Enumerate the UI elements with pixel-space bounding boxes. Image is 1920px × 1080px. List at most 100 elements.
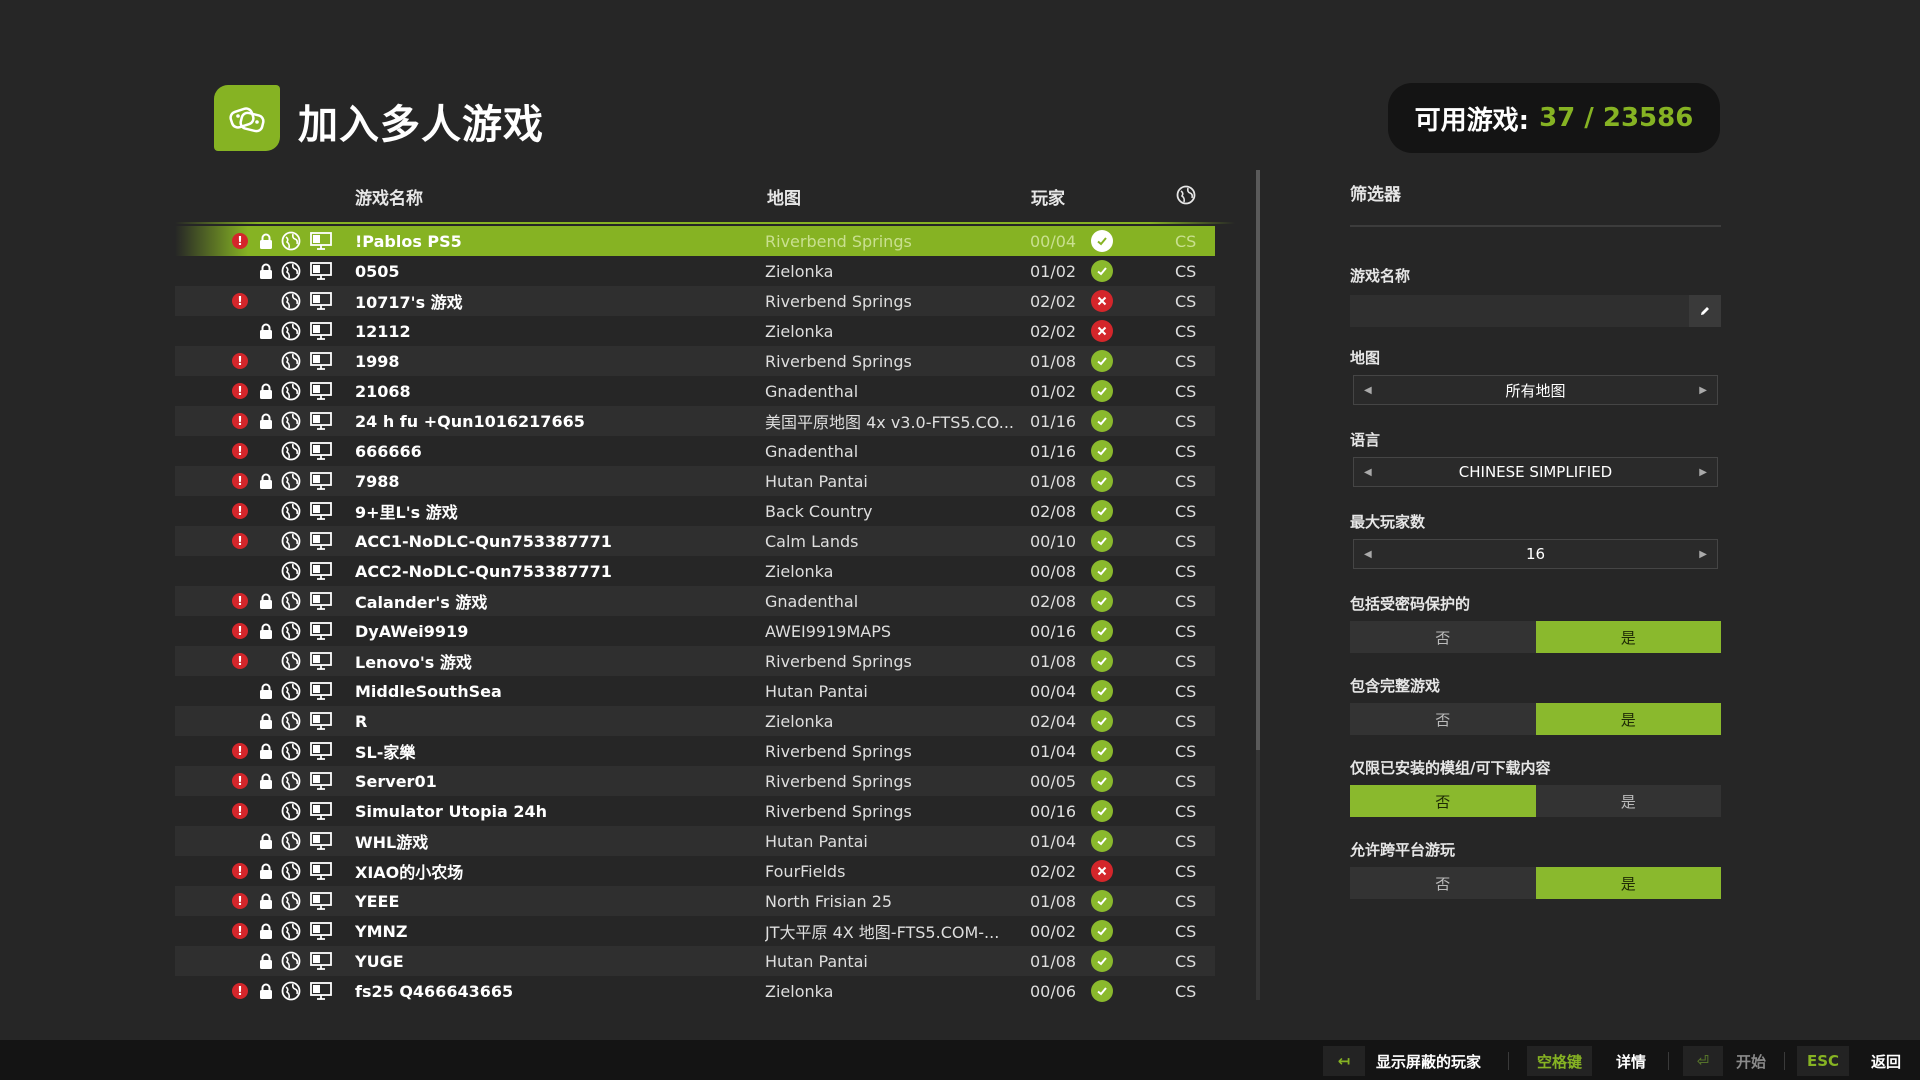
language-cell: CS — [1175, 561, 1197, 581]
game-name-cell: R — [355, 711, 368, 731]
check-icon — [1089, 976, 1115, 1006]
game-name-cell: XIAO的小农场 — [355, 863, 464, 882]
installed-mods-no-option[interactable]: 否 — [1350, 785, 1536, 817]
table-row[interactable]: ! ACC1-NoDLC-Qun753387771 Calm Lands 00/10 C… — [175, 526, 1215, 556]
game-name-cell: ACC1-NoDLC-Qun753387771 — [355, 531, 612, 551]
table-row[interactable]: !RZielonka02/04CS — [175, 706, 1215, 736]
table-row[interactable]: !ACC2-NoDLC-Qun753387771Zielonka00/08CS — [175, 556, 1215, 586]
installed-mods-toggle: 否 是 — [1350, 785, 1721, 817]
table-row[interactable]: ! fs25 Q466643665 Zielonka 00/06 CS — [175, 976, 1215, 1006]
table-row[interactable]: !12112Zielonka02/02CS — [175, 316, 1215, 346]
table-row[interactable]: ! Server01 Riverbend Springs 00/05 CS — [175, 766, 1215, 796]
list-scrollbar[interactable] — [1256, 170, 1260, 1000]
scrollbar-thumb[interactable] — [1256, 170, 1260, 750]
max-players-selector[interactable]: ◀ 16 ▶ — [1353, 539, 1718, 569]
table-row[interactable]: ! XIAO的小农场 FourFields 02/02 CS — [175, 856, 1215, 886]
players-cell: 02/02 — [1030, 321, 1077, 341]
filter-language-label: 语言 — [1350, 431, 1381, 449]
table-row[interactable]: ! 666666 Gnadenthal 01/16 CS — [175, 436, 1215, 466]
arrow-left-icon[interactable]: ◀ — [1364, 549, 1372, 560]
table-row[interactable]: ! Simulator Utopia 24h Riverbend Springs 00… — [175, 796, 1215, 826]
table-row[interactable]: ! Lenovo's 游戏 Riverbend Springs 01/08 CS — [175, 646, 1215, 676]
table-row[interactable]: ! 21068 Gnadenthal 01/02 CS — [175, 376, 1215, 406]
installed-mods-yes-option[interactable]: 是 — [1535, 785, 1721, 817]
map-selector-value: 所有地图 — [1505, 381, 1566, 400]
table-row[interactable]: !YUGEHutan Pantai01/08CS — [175, 946, 1215, 976]
full-games-no-option[interactable]: 否 — [1350, 703, 1536, 735]
arrow-right-icon[interactable]: ▶ — [1699, 549, 1707, 560]
table-row[interactable]: ! 10717's 游戏 Riverbend Springs 02/02 CS — [175, 286, 1215, 316]
warning-icon: ! — [229, 586, 251, 616]
map-cell: AWEI9919MAPS — [765, 621, 891, 641]
lock-icon — [255, 586, 277, 616]
show-blocked-key[interactable]: ↤ — [1323, 1046, 1365, 1076]
warning-icon: ! — [229, 766, 251, 796]
check-icon — [1089, 826, 1115, 856]
pc-platform-icon — [308, 646, 334, 676]
table-row[interactable]: ! YEEE North Frisian 25 01/08 CS — [175, 886, 1215, 916]
table-row[interactable]: !0505Zielonka01/02CS — [175, 256, 1215, 286]
map-cell: Riverbend Springs — [765, 651, 912, 671]
table-row[interactable]: !MiddleSouthSeaHutan Pantai00/04CS — [175, 676, 1215, 706]
table-row[interactable]: ! DyAWei9919 AWEI9919MAPS 00/16 CS — [175, 616, 1215, 646]
table-row[interactable]: !WHL游戏Hutan Pantai01/04CS — [175, 826, 1215, 856]
language-cell: CS — [1175, 261, 1197, 281]
globe-icon[interactable] — [1176, 185, 1196, 210]
players-cell: 01/16 — [1030, 411, 1077, 431]
language-cell: CS — [1175, 681, 1197, 701]
crossplay-toggle: 否 是 — [1350, 867, 1721, 899]
check-icon — [1089, 436, 1115, 466]
globe-icon — [278, 406, 304, 436]
details-key[interactable]: 空格键 — [1527, 1046, 1593, 1076]
table-row[interactable]: ! 9+里L's 游戏 Back Country 02/08 CS — [175, 496, 1215, 526]
table-row[interactable]: ! 7988 Hutan Pantai 01/08 CS — [175, 466, 1215, 496]
start-key[interactable]: ⏎ — [1683, 1046, 1723, 1076]
back-button[interactable]: 返回 — [1871, 1046, 1901, 1076]
language-cell: CS — [1175, 411, 1197, 431]
pc-platform-icon — [308, 316, 334, 346]
start-button[interactable]: 开始 — [1736, 1046, 1766, 1076]
show-blocked-players-button[interactable]: 显示屏蔽的玩家 — [1376, 1046, 1481, 1076]
table-row[interactable]: ! 1998 Riverbend Springs 01/08 CS — [175, 346, 1215, 376]
table-row[interactable]: ! !Pablos PS5 Riverbend Springs 00/04 CS — [175, 226, 1215, 256]
full-games-yes-option[interactable]: 是 — [1535, 703, 1721, 735]
pencil-icon[interactable] — [1689, 295, 1721, 327]
filter-password-label: 包括受密码保护的 — [1350, 595, 1471, 613]
game-name-cell: 1998 — [355, 351, 400, 371]
table-row[interactable]: ! 24 h fu +Qun1016217665 美国平原地图 4x v3.0-FT… — [175, 406, 1215, 436]
crossplay-no-option[interactable]: 否 — [1350, 867, 1536, 899]
column-header-players[interactable]: 玩家 — [1031, 184, 1065, 209]
password-no-option[interactable]: 否 — [1350, 621, 1536, 653]
column-header-name[interactable]: 游戏名称 — [355, 184, 423, 209]
warning-icon: ! — [229, 856, 251, 886]
map-cell: Gnadenthal — [765, 441, 859, 461]
password-yes-option[interactable]: 是 — [1535, 621, 1721, 653]
language-cell: CS — [1175, 501, 1197, 521]
pc-platform-icon — [308, 346, 334, 376]
arrow-right-icon[interactable]: ▶ — [1699, 467, 1707, 478]
check-icon — [1089, 466, 1115, 496]
warning-icon: ! — [229, 466, 251, 496]
pc-platform-icon — [308, 406, 334, 436]
warning-icon: ! — [229, 736, 251, 766]
arrow-left-icon[interactable]: ◀ — [1364, 467, 1372, 478]
details-button[interactable]: 详情 — [1616, 1046, 1646, 1076]
check-icon — [1089, 496, 1115, 526]
game-name-input[interactable] — [1350, 295, 1721, 327]
table-row[interactable]: ! YMNZ JT大平原 4X 地图-FTS5.COM-... 00/02 CS — [175, 916, 1215, 946]
players-cell: 02/02 — [1030, 291, 1077, 311]
crossplay-yes-option[interactable]: 是 — [1535, 867, 1721, 899]
check-icon — [1089, 796, 1115, 826]
language-selector[interactable]: ◀ CHINESE SIMPLIFIED ▶ — [1353, 457, 1718, 487]
column-header-map[interactable]: 地图 — [767, 184, 801, 209]
esc-key[interactable]: ESC — [1797, 1046, 1850, 1076]
map-selector[interactable]: ◀ 所有地图 ▶ — [1353, 375, 1718, 405]
table-row[interactable]: ! SL-家樂 Riverbend Springs 01/04 CS — [175, 736, 1215, 766]
arrow-left-icon[interactable]: ◀ — [1364, 385, 1372, 396]
arrow-right-icon[interactable]: ▶ — [1699, 385, 1707, 396]
map-cell: Zielonka — [765, 561, 834, 581]
table-row[interactable]: ! Calander's 游戏 Gnadenthal 02/08 CS — [175, 586, 1215, 616]
map-cell: 美国平原地图 4x v3.0-FTS5.CO... — [765, 413, 1015, 432]
multiplayer-gamepad-icon — [214, 85, 280, 151]
players-cell: 02/02 — [1030, 861, 1077, 881]
